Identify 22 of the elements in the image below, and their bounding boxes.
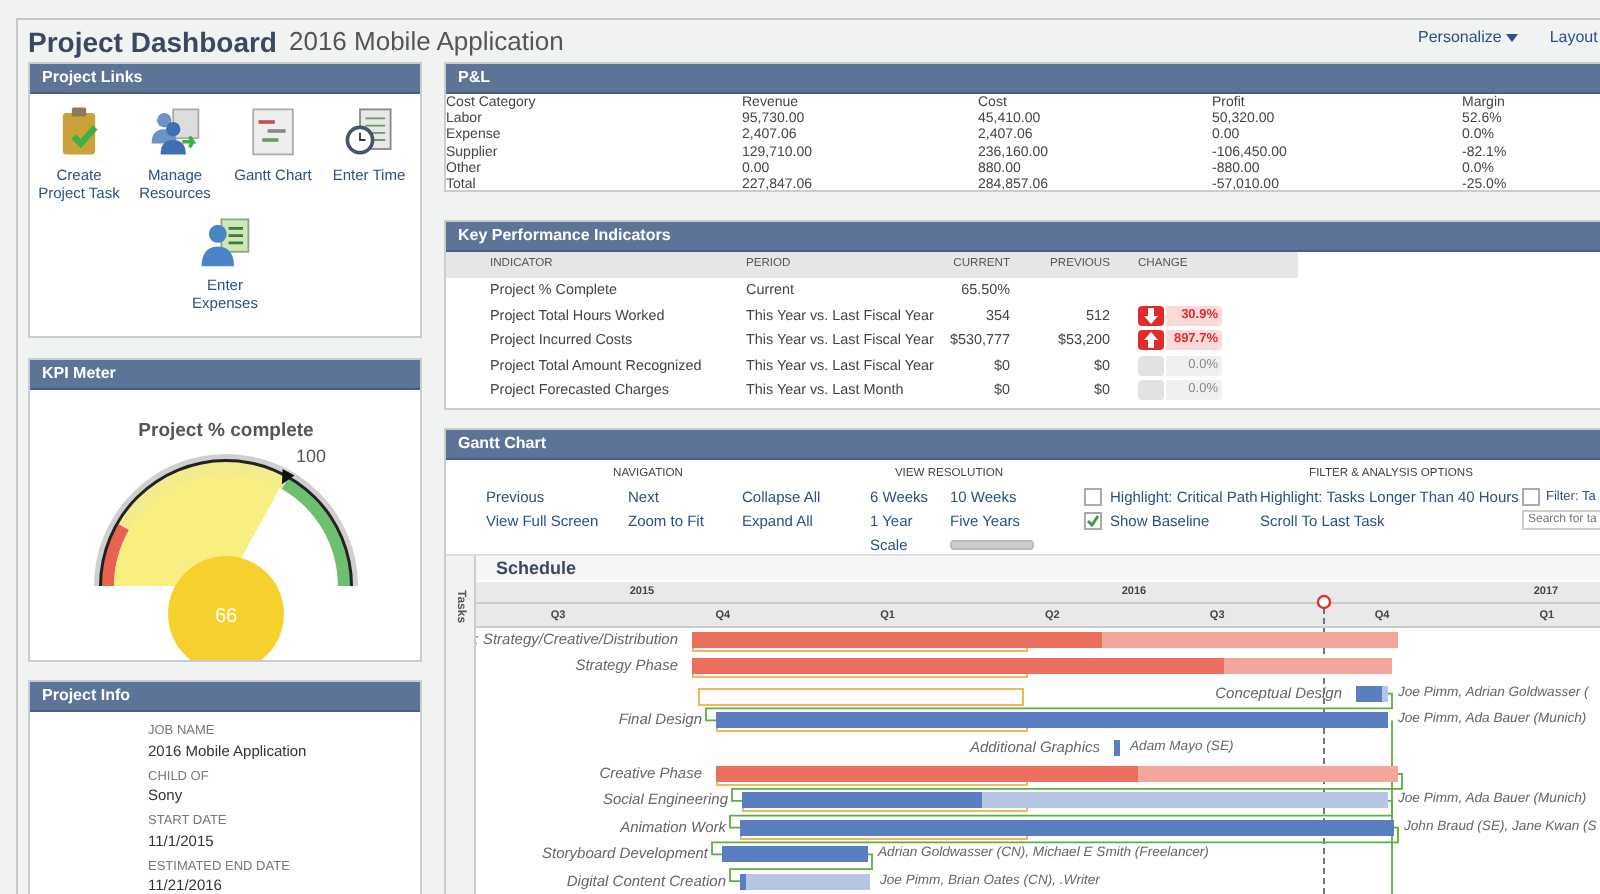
page-subtitle: 2016 Mobile Application (288, 26, 564, 56)
checkbox[interactable] (1084, 487, 1102, 505)
needle-icon (281, 468, 295, 485)
panel-title: Project Links (30, 64, 420, 94)
clock-sheet-icon (342, 104, 396, 158)
panel-title: Gantt Chart (446, 430, 1600, 460)
gauge-max-label: 100 (296, 446, 327, 466)
panel-title: Project Info (30, 682, 420, 712)
chart-sheet-icon (246, 104, 300, 158)
panel-title: P&L (446, 64, 1600, 94)
caret-icon (1505, 33, 1518, 41)
gauge-value: 66 (214, 606, 238, 628)
panel-title: Key Performance Indicators (446, 222, 1600, 252)
checkbox[interactable] (1084, 511, 1102, 529)
menu-link[interactable]: Layout (1549, 28, 1598, 46)
menu-link[interactable]: Personalize (1418, 28, 1518, 46)
gauge-title: Project % complete (138, 420, 314, 442)
page-title: Project Dashboard (28, 25, 277, 57)
people-icon (148, 104, 202, 158)
panel-title: KPI Meter (30, 360, 420, 390)
checkbox[interactable] (1522, 487, 1540, 505)
schedule-title: Schedule (476, 556, 1600, 580)
